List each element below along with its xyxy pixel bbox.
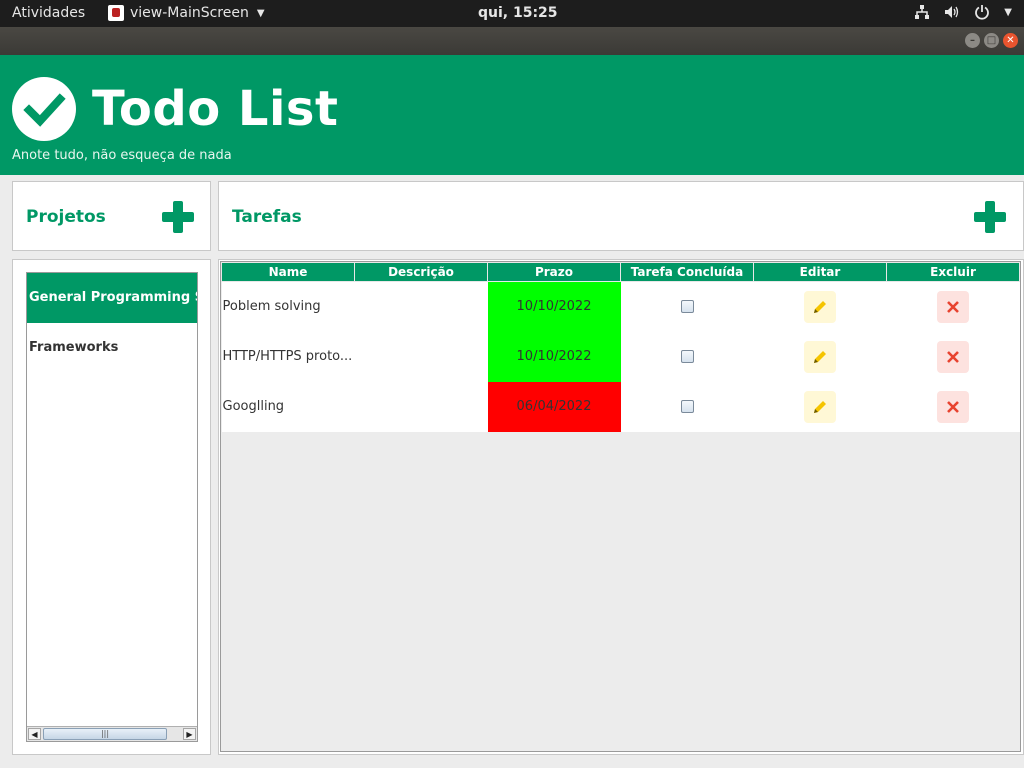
task-description-cell[interactable] [354, 331, 488, 382]
project-item[interactable]: Frameworks [27, 323, 197, 373]
task-delete-cell [886, 281, 1020, 332]
scroll-right-arrow-icon[interactable]: ▶ [183, 728, 196, 740]
projects-panel: General Programming Ski Frameworks ◀ |||… [12, 259, 211, 755]
task-edit-cell [753, 331, 887, 382]
app-menu-label: view-MainScreen [130, 5, 249, 21]
system-top-bar: Atividades view-MainScreen ▼ qui, 15:25 … [0, 0, 1024, 27]
power-icon [975, 5, 990, 20]
app-title: Todo List [92, 81, 339, 137]
edit-task-button[interactable] [804, 340, 836, 373]
task-deadline-cell[interactable]: 06/04/2022 [487, 381, 621, 432]
project-item[interactable]: General Programming Ski [27, 273, 197, 323]
delete-task-button[interactable] [937, 340, 969, 373]
add-project-button[interactable] [162, 201, 194, 233]
task-deadline-cell[interactable]: 10/10/2022 [487, 281, 621, 332]
column-header-deadline[interactable]: Prazo [487, 262, 621, 282]
chevron-down-icon: ▼ [1004, 6, 1012, 18]
task-done-cell [620, 281, 754, 332]
java-app-icon [108, 5, 124, 21]
activities-button[interactable]: Atividades [12, 5, 85, 21]
maximize-button[interactable]: □ [984, 33, 999, 48]
task-edit-cell [753, 281, 887, 332]
task-name-cell[interactable]: Googlling [221, 381, 355, 432]
task-delete-cell [886, 331, 1020, 382]
projects-title: Projetos [26, 207, 106, 227]
add-task-button[interactable] [974, 201, 1006, 233]
task-done-cell [620, 331, 754, 382]
edit-task-button[interactable] [804, 290, 836, 323]
scrollbar-thumb[interactable]: ||| [43, 728, 167, 740]
projects-list[interactable]: General Programming Ski Frameworks ◀ |||… [26, 272, 198, 742]
column-header-name[interactable]: Name [221, 262, 355, 282]
pencil-icon [814, 350, 826, 363]
app-subtitle: Anote tudo, não esqueça de nada [12, 148, 232, 163]
volume-icon [945, 6, 959, 18]
chevron-down-icon: ▼ [256, 7, 265, 19]
horizontal-scrollbar[interactable]: ◀ ||| ▶ [27, 726, 197, 741]
task-delete-cell [886, 381, 1020, 432]
projects-header-panel: Projetos [12, 181, 211, 251]
tasks-panel: Name Descrição Prazo Tarefa Concluída Ed… [218, 259, 1024, 755]
scroll-left-arrow-icon[interactable]: ◀ [28, 728, 41, 740]
clock[interactable]: qui, 15:25 [478, 5, 558, 21]
app-header: Todo List Anote tudo, não esqueça de nad… [0, 55, 1024, 175]
table-row[interactable]: Poblem solving 10/10/2022 [221, 281, 1020, 332]
column-header-edit[interactable]: Editar [753, 262, 887, 282]
close-icon [947, 300, 959, 313]
system-tray[interactable]: ▼ [914, 4, 1012, 20]
close-button[interactable]: ✕ [1003, 33, 1018, 48]
app-menu[interactable]: view-MainScreen ▼ [108, 5, 265, 21]
tasks-title: Tarefas [232, 207, 302, 227]
minimize-button[interactable]: – [965, 33, 980, 48]
window-title-bar[interactable]: – □ ✕ [0, 27, 1024, 55]
close-icon [947, 350, 959, 363]
table-row[interactable]: Googlling 06/04/2022 [221, 381, 1020, 432]
task-description-cell[interactable] [354, 281, 488, 332]
column-header-done[interactable]: Tarefa Concluída [620, 262, 754, 282]
tasks-header-panel: Tarefas [218, 181, 1024, 251]
network-icon [915, 5, 930, 19]
checkmark-logo-icon [12, 77, 76, 141]
task-deadline-cell[interactable]: 10/10/2022 [487, 331, 621, 382]
table-row[interactable]: HTTP/HTTPS proto... 10/10/2022 [221, 331, 1020, 382]
task-name-cell[interactable]: Poblem solving [221, 281, 355, 332]
tasks-table: Name Descrição Prazo Tarefa Concluída Ed… [221, 262, 1020, 432]
task-done-checkbox[interactable] [680, 350, 694, 363]
task-done-cell [620, 381, 754, 432]
delete-task-button[interactable] [937, 290, 969, 323]
edit-task-button[interactable] [804, 390, 836, 423]
column-header-description[interactable]: Descrição [354, 262, 488, 282]
column-header-delete[interactable]: Excluir [886, 262, 1020, 282]
task-done-checkbox[interactable] [680, 300, 694, 314]
tasks-table-container: Name Descrição Prazo Tarefa Concluída Ed… [220, 261, 1021, 752]
task-done-checkbox[interactable] [680, 400, 694, 413]
task-description-cell[interactable] [354, 381, 488, 432]
task-name-cell[interactable]: HTTP/HTTPS proto... [221, 331, 355, 382]
task-edit-cell [753, 381, 887, 432]
pencil-icon [814, 400, 826, 413]
pencil-icon [814, 300, 826, 313]
close-icon [947, 400, 959, 413]
delete-task-button[interactable] [937, 390, 969, 423]
